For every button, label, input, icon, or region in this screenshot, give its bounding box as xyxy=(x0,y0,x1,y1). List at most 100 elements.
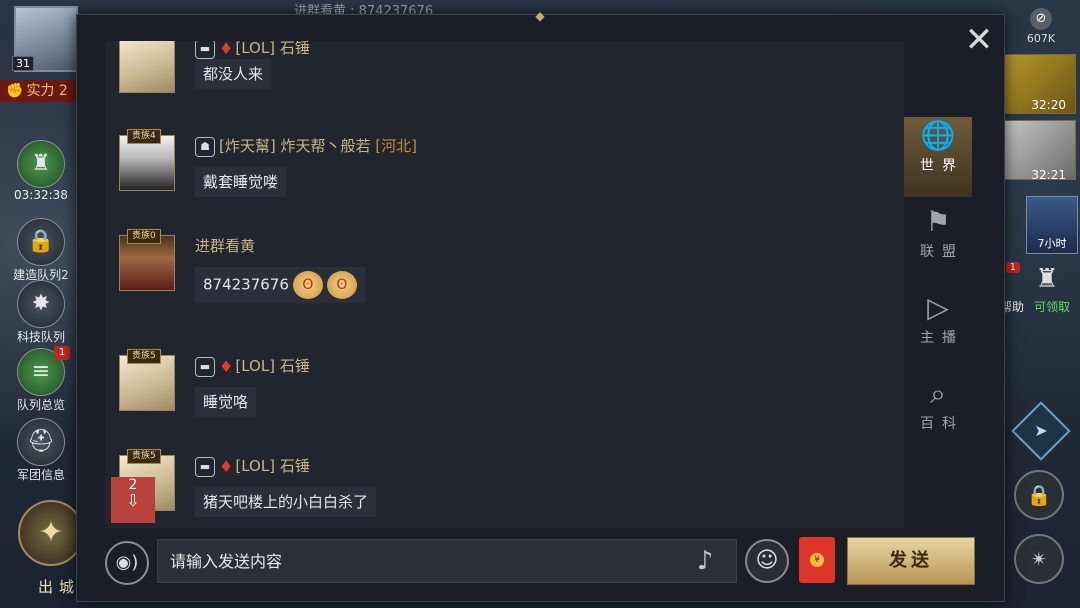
arrow-right-icon: ➤ xyxy=(1034,421,1048,440)
globe-chat-icon: 🌐 xyxy=(920,119,956,152)
sender-name: 石锤 xyxy=(279,457,310,475)
lock-icon: 🔒 xyxy=(1026,483,1052,507)
tab-alliance[interactable]: ⚑ 联盟 xyxy=(904,203,972,283)
tab-world-label: 世界 xyxy=(920,158,964,174)
emoji-icon: ʘ xyxy=(292,271,323,299)
shield-icon: ▬ xyxy=(195,356,215,377)
legion-info-label: 军团信息 xyxy=(16,468,65,482)
build-queue-button[interactable]: 🔒 建造队列2 xyxy=(6,218,76,283)
sender-header[interactable]: ▬ ♦ [LOL] 石锤 xyxy=(195,41,310,59)
alliance-tag: [LOL] xyxy=(235,357,276,375)
double-chevron-down-icon: ⇩ xyxy=(126,491,140,510)
message-bubble[interactable]: 猪天吧楼上的小白白杀了 xyxy=(195,487,377,517)
tab-streamer-label: 主播 xyxy=(920,330,964,346)
sender-name: 石锤 xyxy=(279,41,310,57)
currency-display[interactable]: ⊘ 607K xyxy=(1016,8,1066,45)
tech-queue-label: 科技队列 xyxy=(16,330,65,344)
chat-message-list[interactable]: ▬ ♦ [LOL] 石锤 都没人来 贵族4 ☗ [炸天幫] 炸天帮丶般若 [河北] 戴… xyxy=(105,41,904,528)
sound-wave-icon: ◉) xyxy=(115,552,139,573)
sender-header[interactable]: ☗ [炸天幫] 炸天帮丶般若 [河北] xyxy=(195,135,417,157)
chest-icon[interactable]: ♜ xyxy=(1030,264,1064,296)
message-text: 都没人来 xyxy=(203,65,264,83)
sender-name: 石锤 xyxy=(279,357,310,375)
channel-tabs: 🌐 世界 ⚑ 联盟 ▷ 主播 ⌕ 百科 xyxy=(904,111,972,455)
noble-rank-badge: 贵族5 xyxy=(127,449,161,464)
alliance-tag: [LOL] xyxy=(235,41,276,57)
map-timer: 32:21 xyxy=(1031,168,1066,182)
shield-icon: ▬ xyxy=(195,456,215,477)
tab-encyclopedia-label: 百科 xyxy=(920,416,964,432)
send-button[interactable]: 发送 xyxy=(847,537,975,585)
tech-icon: ✸ xyxy=(17,280,65,328)
tab-world[interactable]: 🌐 世界 xyxy=(904,117,972,197)
castle-icon: ♜ xyxy=(17,140,65,188)
castle-timer: 03:32:38 xyxy=(14,188,68,202)
go-out-label: 出城 xyxy=(38,578,81,596)
chat-modal: ◆ ✕ ▬ ♦ [LOL] 石锤 都没人来 贵族4 ☗ [炸天幫] 炸天帮丶般若 [河… xyxy=(76,9,1005,602)
castle-event-tile[interactable]: 7小时 xyxy=(1026,196,1078,254)
flag-icon: ♦ xyxy=(219,456,234,476)
help-badge: 1 xyxy=(1005,262,1020,273)
emoji-icon: ʘ xyxy=(326,271,357,299)
helmet-icon: ⛑ xyxy=(17,418,65,466)
arrow-diamond-button[interactable]: ➤ xyxy=(1011,401,1071,461)
message-bubble[interactable]: 戴套睡觉喽 xyxy=(195,167,287,197)
lock-round-button[interactable]: 🔒 xyxy=(1014,470,1064,520)
currency-icon: ⊘ xyxy=(1030,8,1052,30)
message-input-placeholder: 请输入发送内容 xyxy=(170,552,283,571)
sender-name: 进群看黄 xyxy=(195,237,256,255)
encyclopedia-icon: ⌕ xyxy=(930,377,946,410)
event-timer: 32:20 xyxy=(1031,98,1066,112)
power-bar[interactable]: ✊ 实力 2 xyxy=(0,80,80,102)
smiley-icon: ☺ xyxy=(755,548,779,573)
message-text: 睡觉咯 xyxy=(203,393,249,411)
sender-header[interactable]: 进群看黄 xyxy=(195,235,255,257)
tab-alliance-label: 联盟 xyxy=(920,244,964,260)
sender-avatar[interactable] xyxy=(119,41,175,93)
currency-value: 607K xyxy=(1026,32,1056,45)
queue-badge: 1 xyxy=(54,346,70,360)
red-packet-icon: ¥ xyxy=(810,553,824,567)
message-bubble[interactable]: 874237676 ʘ ʘ xyxy=(195,267,365,303)
red-packet-button[interactable]: ¥ xyxy=(799,537,835,583)
message-bubble[interactable]: 睡觉咯 xyxy=(195,387,257,417)
shuriken-round-button[interactable]: ✴ xyxy=(1014,534,1064,584)
emoji-button[interactable]: ☺ xyxy=(745,539,789,583)
noble-rank-badge: 贵族0 xyxy=(127,229,161,244)
alliance-tag: [炸天幫] xyxy=(219,137,276,155)
sender-header[interactable]: ▬ ♦ [LOL] 石锤 xyxy=(195,355,310,377)
message-bubble[interactable]: 都没人来 xyxy=(195,59,272,89)
horn-icon[interactable]: ♪ xyxy=(683,543,727,579)
tech-queue-button[interactable]: ✸ 科技队列 xyxy=(6,280,76,345)
fist-icon: ✊ xyxy=(6,83,24,99)
sender-location: [河北] xyxy=(375,137,418,155)
voice-button[interactable]: ◉) xyxy=(105,541,149,585)
close-button[interactable]: ✕ xyxy=(961,23,997,59)
alliance-chat-icon: ⚑ xyxy=(925,205,951,238)
unread-jump-button[interactable]: 2 ⇩ xyxy=(111,477,155,523)
claim-label[interactable]: 可领取 xyxy=(1034,298,1070,315)
flag-icon: ♦ xyxy=(219,41,234,58)
castle-event-label: 7小时 xyxy=(1037,237,1067,250)
compass-icon[interactable]: ✦ xyxy=(18,500,84,566)
sender-header[interactable]: ▬ ♦ [LOL] 石锤 xyxy=(195,455,310,477)
tab-streamer[interactable]: ▷ 主播 xyxy=(904,289,972,369)
queue-overview-button[interactable]: ≡ 1 队列总览 xyxy=(6,346,76,413)
queue-overview-label: 队列总览 xyxy=(16,398,65,412)
message-input[interactable]: 请输入发送内容 xyxy=(157,539,737,583)
close-icon: ✕ xyxy=(964,20,994,60)
message-text: 874237676 xyxy=(203,275,289,294)
shuriken-icon: ✴ xyxy=(1030,547,1048,571)
play-icon: ▷ xyxy=(927,291,949,324)
alliance-tag: [LOL] xyxy=(235,457,276,475)
legion-info-button[interactable]: ⛑ 军团信息 xyxy=(6,418,76,483)
shield-icon: ▬ xyxy=(195,41,215,59)
tab-encyclopedia[interactable]: ⌕ 百科 xyxy=(904,375,972,455)
player-level: 31 xyxy=(12,56,34,71)
power-label: 实力 2 xyxy=(26,83,68,99)
left-hud: 31 ✊ 实力 2 ♜ 03:32:38 🔒 建造队列2 ✸ 科技队列 ≡ 1 队… xyxy=(0,0,84,608)
flag-icon: ♦ xyxy=(219,356,234,376)
right-hud: ⊘ 607K 32:20 32:21 7小时 1 帮助 ♜ 可领取 ➤ 🔒 ✴ xyxy=(1000,0,1080,608)
message-text: 戴套睡觉喽 xyxy=(203,173,279,191)
castle-timer-button[interactable]: ♜ 03:32:38 xyxy=(6,140,76,202)
